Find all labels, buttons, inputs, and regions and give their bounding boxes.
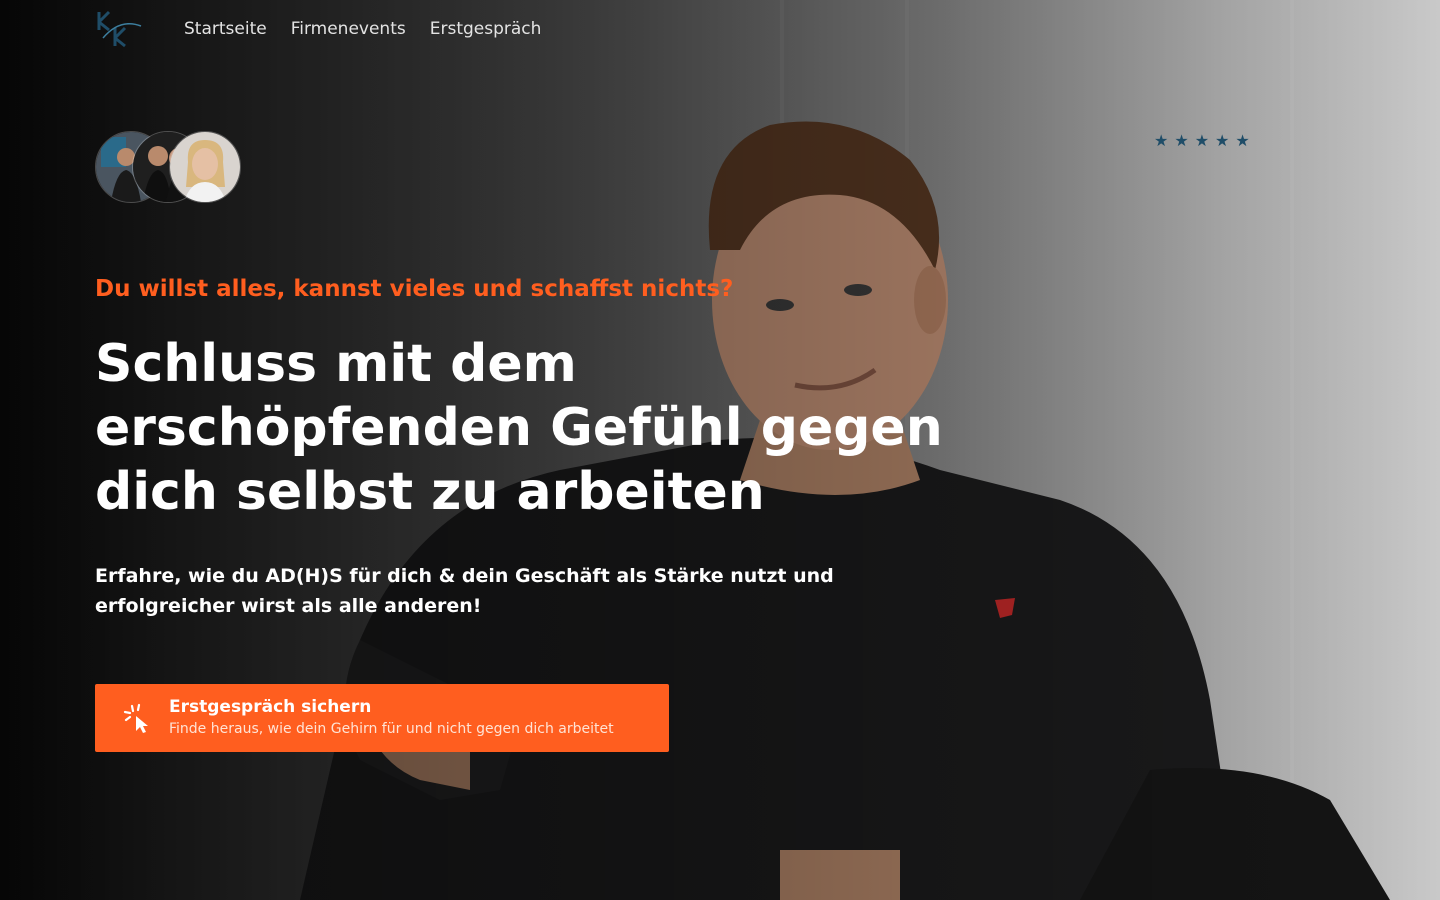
testimonial-avatars — [95, 131, 241, 203]
nav-link-startseite[interactable]: Startseite — [184, 19, 267, 39]
star-icon: ★ — [1194, 131, 1210, 150]
cta-subtitle: Finde heraus, wie dein Gehirn für und ni… — [169, 721, 614, 737]
cta-text: Erstgespräch sichern Finde heraus, wie d… — [169, 696, 614, 740]
hero-subheadline: Erfahre, wie du AD(H)S für dich & dein G… — [95, 565, 834, 617]
cta-button[interactable]: Erstgespräch sichern Finde heraus, wie d… — [95, 684, 669, 752]
nav-link-firmenevents[interactable]: Firmenevents — [291, 19, 406, 39]
top-navigation: Startseite Firmenevents Erstgespräch — [95, 8, 565, 50]
hero-headline: Schluss mit dem erschöpfenden Gefühl geg… — [95, 334, 943, 522]
star-icon: ★ — [1154, 131, 1169, 150]
nav-link-erstgespraech[interactable]: Erstgespräch — [430, 19, 542, 39]
hero-section: Startseite Firmenevents Erstgespräch ★ ★ — [0, 0, 1440, 900]
star-icon: ★ — [1215, 131, 1230, 150]
star-icon: ★ — [1174, 131, 1189, 150]
star-icon: ★ — [1235, 131, 1250, 150]
star-rating: ★ ★ ★ ★ ★ — [1154, 131, 1256, 150]
cta-title: Erstgespräch sichern — [169, 697, 372, 717]
kk-logo-icon[interactable] — [95, 8, 145, 50]
cursor-click-icon — [123, 703, 148, 733]
hero-eyebrow: Du willst alles, kannst vieles und schaf… — [95, 276, 734, 302]
avatar — [169, 131, 241, 203]
